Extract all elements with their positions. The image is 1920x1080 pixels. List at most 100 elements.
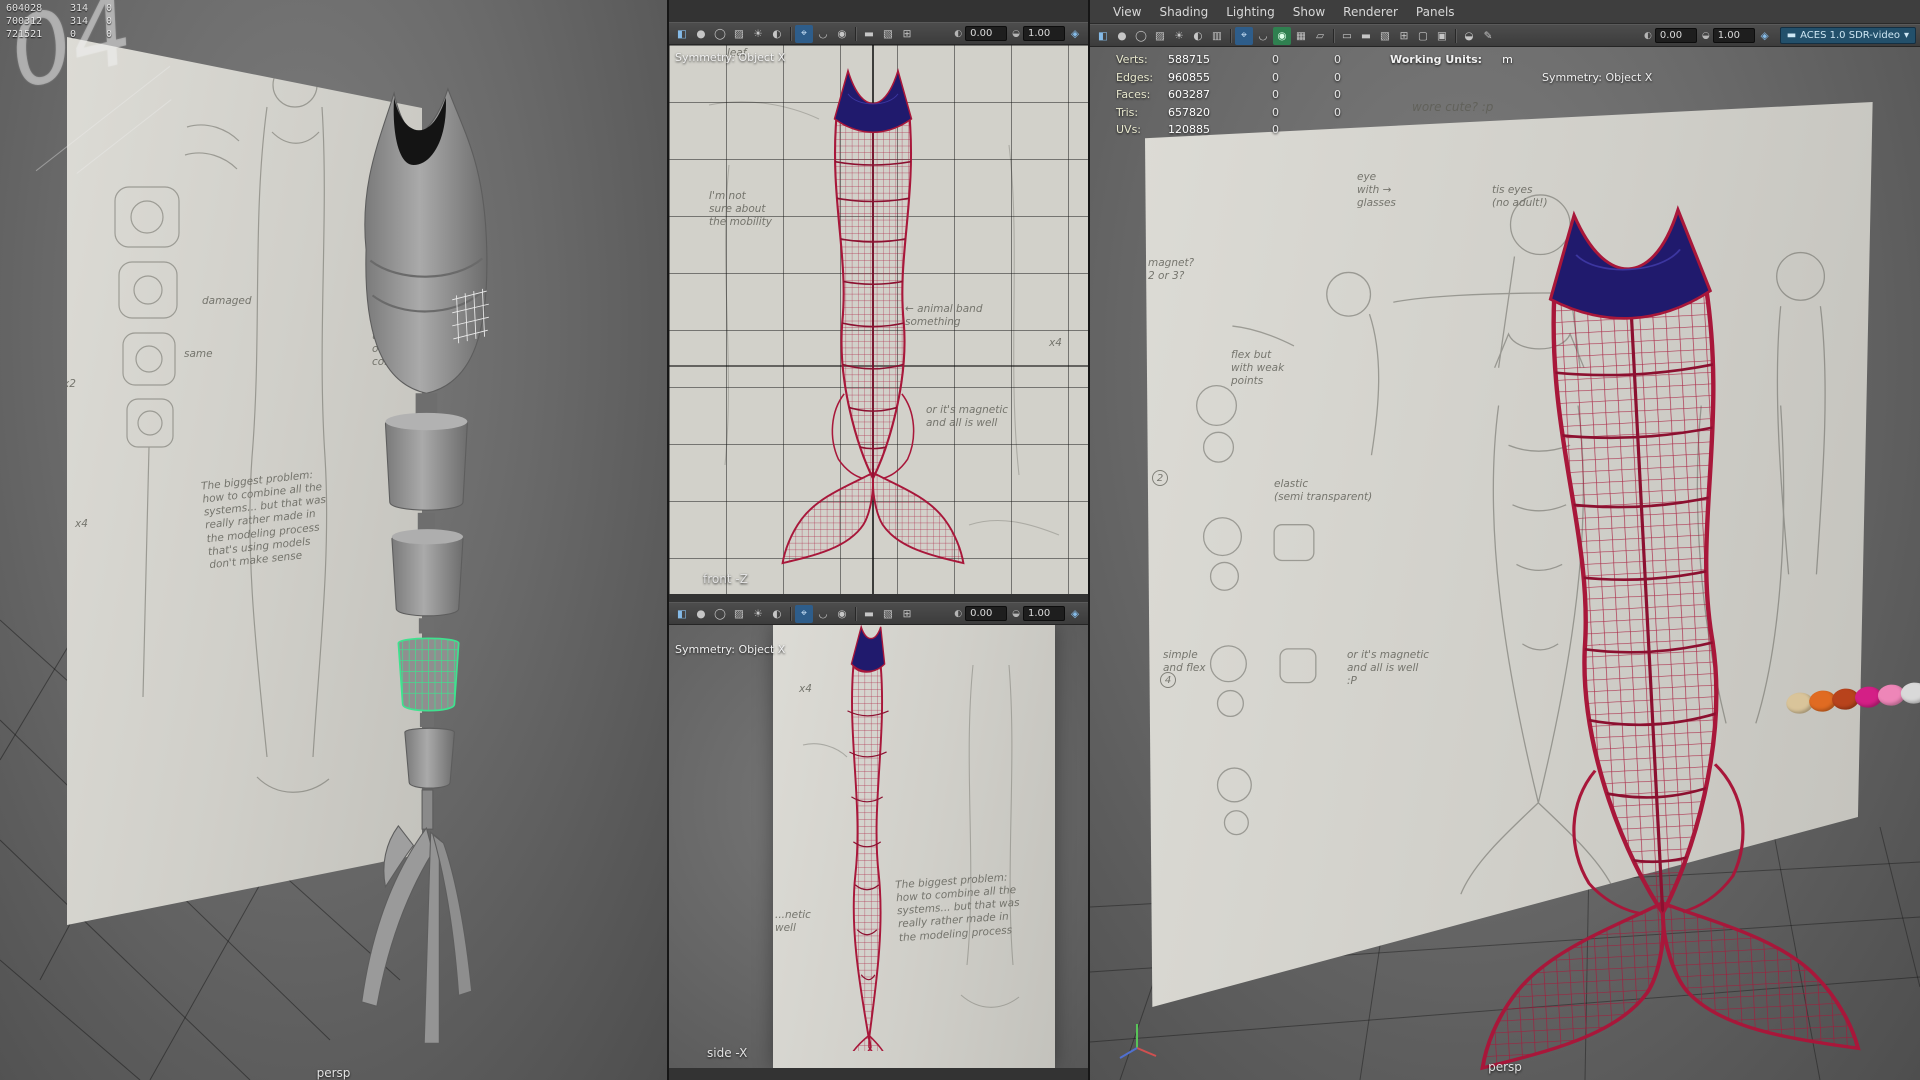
render-camera-icon[interactable]: ◈ bbox=[1066, 605, 1084, 623]
sketch-note: wore cute? :p bbox=[1412, 100, 1493, 115]
lights-icon[interactable]: ☀ bbox=[749, 25, 767, 43]
panel-menu-cube-icon[interactable]: ◧ bbox=[673, 605, 691, 623]
sketch-note: ...netic well bbox=[775, 909, 811, 935]
textured-display-icon[interactable]: ▨ bbox=[730, 605, 748, 623]
gate-mask-icon[interactable]: ▧ bbox=[879, 605, 897, 623]
maya-workspace: damaged same walking preventing wobbling… bbox=[0, 0, 1920, 1080]
gamma-field[interactable]: ◒ 1.00 bbox=[1012, 606, 1065, 621]
viewport-side[interactable]: The biggest problem: how to combine all … bbox=[669, 625, 1088, 1068]
viewport-front[interactable]: Symmetry: Object X leaf ← animal band so… bbox=[669, 45, 1088, 594]
isolate-select-icon[interactable]: ◉ bbox=[833, 605, 851, 623]
render-camera-icon[interactable]: ◈ bbox=[1756, 27, 1774, 45]
camera-select-icon[interactable]: ⌖ bbox=[795, 605, 813, 623]
exposure-field[interactable]: ◐ 0.00 bbox=[1644, 28, 1697, 43]
circled-number: 4 bbox=[1160, 672, 1176, 688]
gamma-field[interactable]: ◒ 1.00 bbox=[1012, 26, 1065, 41]
shadows-icon[interactable]: ◐ bbox=[768, 605, 786, 623]
field-chart-icon[interactable]: ⊞ bbox=[1395, 27, 1413, 45]
mermaid-tail-geometry[interactable] bbox=[1438, 203, 1858, 1068]
symmetry-status-label: Symmetry: Object X bbox=[1542, 71, 1652, 84]
toolbar-divider bbox=[1230, 29, 1231, 43]
colorspace-dropdown[interactable]: ▬ ACES 1.0 SDR-video ▾ bbox=[1780, 27, 1916, 44]
shadows-icon[interactable]: ◐ bbox=[768, 25, 786, 43]
exposure-icon: ◐ bbox=[954, 609, 962, 619]
wireframe-display-icon[interactable]: ◯ bbox=[711, 25, 729, 43]
exposure-field[interactable]: ◐ 0.00 bbox=[954, 26, 1007, 41]
viewport-persp-left[interactable]: damaged same walking preventing wobbling… bbox=[0, 0, 667, 1080]
mermaid-tail-geometry[interactable] bbox=[846, 627, 889, 1067]
exposure-field[interactable]: ◐ 0.00 bbox=[954, 606, 1007, 621]
shaded-display-icon[interactable]: ● bbox=[692, 25, 710, 43]
textured-display-icon[interactable]: ▨ bbox=[730, 25, 748, 43]
menu-lighting[interactable]: Lighting bbox=[1217, 0, 1284, 24]
menu-shading[interactable]: Shading bbox=[1150, 0, 1217, 24]
resolution-gate-icon[interactable]: ▬ bbox=[860, 605, 878, 623]
camera-name-label: persp bbox=[317, 1066, 351, 1080]
field-chart-icon[interactable]: ⊞ bbox=[898, 25, 916, 43]
axis-orientation-gizmo[interactable] bbox=[1114, 1018, 1160, 1064]
prosthetic-leg-model[interactable] bbox=[295, 65, 575, 1065]
isolate-select-icon[interactable]: ◉ bbox=[833, 25, 851, 43]
film-gate-icon[interactable]: ▭ bbox=[1338, 27, 1356, 45]
middle-viewport-column: ◧ ● ◯ ▨ ☀ ◐ ⌖ ◡ ◉ ▬ ▧ ⊞ ◐ 0.00 ◒ 1.00 ◈ bbox=[667, 0, 1090, 1080]
gate-mask-icon[interactable]: ▧ bbox=[1376, 27, 1394, 45]
exposure-icon: ◐ bbox=[954, 29, 962, 39]
camera-select-icon[interactable]: ⌖ bbox=[1235, 27, 1253, 45]
sketch-note: flex but with weak points bbox=[1231, 349, 1284, 388]
gamma-value[interactable]: 1.00 bbox=[1023, 606, 1065, 621]
color-swatch[interactable] bbox=[1900, 681, 1920, 704]
toolbar-divider bbox=[1333, 29, 1334, 43]
snap-magnet-icon[interactable]: ◡ bbox=[814, 25, 832, 43]
menu-show[interactable]: Show bbox=[1284, 0, 1334, 24]
wireframe-display-icon[interactable]: ◯ bbox=[711, 605, 729, 623]
gamma-value[interactable]: 1.00 bbox=[1023, 26, 1065, 41]
exposure-value[interactable]: 0.00 bbox=[965, 26, 1007, 41]
symmetry-status-label: Symmetry: Object X bbox=[675, 643, 785, 656]
image-plane-icon[interactable]: ▱ bbox=[1311, 27, 1329, 45]
snap-magnet-icon[interactable]: ◡ bbox=[1254, 27, 1272, 45]
menu-view[interactable]: View bbox=[1104, 0, 1150, 24]
sketch-note: eye with → glasses bbox=[1357, 171, 1396, 210]
resolution-gate-icon[interactable]: ▬ bbox=[860, 25, 878, 43]
menu-panels[interactable]: Panels bbox=[1407, 0, 1464, 24]
shaded-display-icon[interactable]: ● bbox=[692, 605, 710, 623]
camera-name-label: side -X bbox=[707, 1046, 747, 1060]
paint-effects-icon[interactable]: ✎ bbox=[1479, 27, 1497, 45]
wireframe-display-icon[interactable]: ◯ bbox=[1132, 27, 1150, 45]
gate-mask-icon[interactable]: ▧ bbox=[879, 25, 897, 43]
toolbar-divider bbox=[855, 27, 856, 41]
exposure-value[interactable]: 0.00 bbox=[965, 606, 1007, 621]
lights-icon[interactable]: ☀ bbox=[1170, 27, 1188, 45]
gamma-value[interactable]: 1.00 bbox=[1713, 28, 1755, 43]
gamma-field[interactable]: ◒ 1.00 bbox=[1702, 28, 1755, 43]
textured-display-icon[interactable]: ▨ bbox=[1151, 27, 1169, 45]
isolate-select-icon[interactable]: ◉ bbox=[1273, 27, 1291, 45]
sketch-note: magnet? 2 or 3? bbox=[1148, 257, 1194, 283]
safe-title-icon[interactable]: ▣ bbox=[1433, 27, 1451, 45]
shadows-icon[interactable]: ◐ bbox=[1189, 27, 1207, 45]
snap-magnet-icon[interactable]: ◡ bbox=[814, 605, 832, 623]
viewport-persp-canvas[interactable]: wore cute? :p eye with → glasses tis eye… bbox=[1090, 47, 1920, 1080]
toolbar-divider bbox=[790, 607, 791, 621]
grid-toggle-icon[interactable]: ▦ bbox=[1292, 27, 1310, 45]
prosthetic-leg-geometry[interactable] bbox=[362, 89, 489, 1043]
sketch-note: tis eyes (no adult!) bbox=[1492, 184, 1548, 210]
poly-count-hud: 6040283140 7003123140 72152100 bbox=[6, 2, 132, 41]
lights-icon[interactable]: ☀ bbox=[749, 605, 767, 623]
panel-menu-cube-icon[interactable]: ◧ bbox=[1094, 27, 1112, 45]
screen-space-ao-icon[interactable]: ▥ bbox=[1208, 27, 1226, 45]
exposure-value[interactable]: 0.00 bbox=[1655, 28, 1697, 43]
resolution-gate-icon[interactable]: ▬ bbox=[1357, 27, 1375, 45]
menu-renderer[interactable]: Renderer bbox=[1334, 0, 1407, 24]
camera-select-icon[interactable]: ⌖ bbox=[795, 25, 813, 43]
safe-action-icon[interactable]: ▢ bbox=[1414, 27, 1432, 45]
sketch-note: same bbox=[184, 348, 213, 361]
shaded-display-icon[interactable]: ● bbox=[1113, 27, 1131, 45]
exposure-icon: ◐ bbox=[1644, 31, 1652, 41]
mermaid-tail-wireframe-side[interactable] bbox=[809, 625, 929, 1051]
mermaid-tail-wireframe-persp[interactable] bbox=[1426, 192, 1870, 1072]
panel-menu-cube-icon[interactable]: ◧ bbox=[673, 25, 691, 43]
field-chart-icon[interactable]: ⊞ bbox=[898, 605, 916, 623]
render-camera-icon[interactable]: ◈ bbox=[1066, 25, 1084, 43]
xray-icon[interactable]: ◒ bbox=[1460, 27, 1478, 45]
